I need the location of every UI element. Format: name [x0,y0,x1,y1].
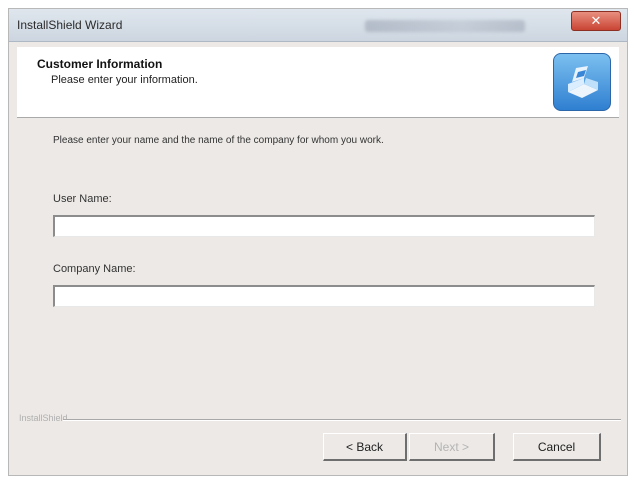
cancel-button[interactable]: Cancel [513,433,601,461]
header-subtitle: Please enter your information. [51,74,198,86]
company-name-input[interactable] [53,285,595,307]
installshield-logo-icon [553,53,611,111]
footer-divider [63,419,621,421]
close-button[interactable]: ✕ [571,11,621,31]
title-bar: InstallShield Wizard ✕ [9,9,627,42]
header-title: Customer Information [37,57,163,71]
next-button[interactable]: Next > [409,433,495,461]
background-window-ghost [365,20,525,32]
close-icon: ✕ [590,13,602,28]
back-button[interactable]: < Back [323,433,407,461]
installer-window: InstallShield Wizard ✕ Customer Informat… [8,8,628,476]
company-name-label: Company Name: [53,263,136,275]
wizard-header: Customer Information Please enter your i… [17,47,619,118]
installshield-brand-label: InstallShield [19,413,68,423]
window-title: InstallShield Wizard [17,18,123,32]
user-name-label: User Name: [53,193,112,205]
user-name-input[interactable] [53,215,595,237]
instructions-text: Please enter your name and the name of t… [53,135,384,146]
